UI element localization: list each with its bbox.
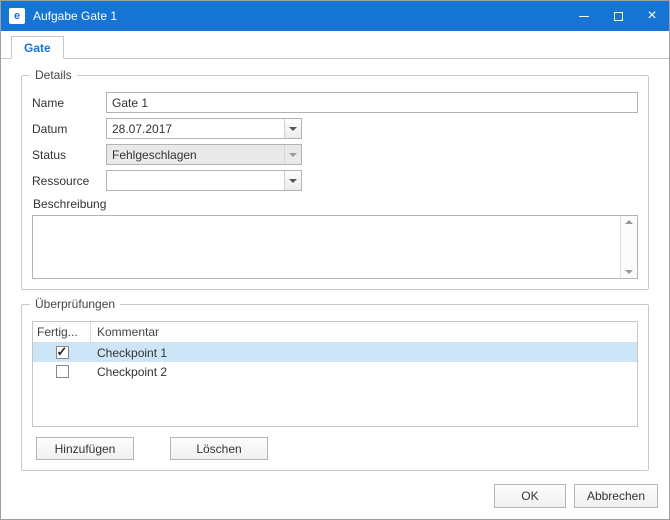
column-header-done[interactable]: Fertig...: [33, 322, 91, 342]
comment-cell: Checkpoint 2: [91, 365, 637, 379]
checkbox-cell: [33, 365, 91, 378]
description-memo: [32, 215, 638, 279]
maximize-icon: [614, 12, 623, 21]
close-icon: ×: [647, 8, 656, 24]
cancel-button[interactable]: Abbrechen: [574, 484, 658, 508]
comment-cell: Checkpoint 1: [91, 346, 637, 360]
grid-header: Fertig... Kommentar: [33, 322, 637, 343]
maximize-button[interactable]: [601, 1, 635, 31]
grid-button-row: Hinzufügen Löschen: [32, 437, 638, 460]
description-label: Beschreibung: [33, 197, 638, 211]
ressource-label: Ressource: [32, 174, 106, 188]
ressource-field-row: Ressource: [32, 170, 638, 191]
delete-button[interactable]: Löschen: [170, 437, 268, 460]
memo-scrollbar[interactable]: [620, 216, 637, 278]
datum-value: 28.07.2017: [107, 119, 284, 138]
status-label: Status: [32, 148, 106, 162]
table-row[interactable]: Checkpoint 1: [33, 343, 637, 362]
status-combo: Fehlgeschlagen: [106, 144, 302, 165]
dialog-window: e Aufgabe Gate 1 × Gate Details Name Dat…: [0, 0, 670, 520]
table-row[interactable]: Checkpoint 2: [33, 362, 637, 381]
app-icon: e: [9, 8, 25, 24]
tab-gate[interactable]: Gate: [11, 36, 64, 59]
checkbox-cell: [33, 346, 91, 359]
name-field-row: Name: [32, 92, 638, 113]
details-group-label: Details: [30, 68, 77, 82]
status-field-row: Status Fehlgeschlagen: [32, 144, 638, 165]
chevron-down-icon: [289, 127, 297, 131]
minimize-icon: [579, 16, 589, 17]
footer-button-row: OK Abbrechen: [494, 484, 658, 508]
checks-group: Überprüfungen Fertig... Kommentar Checkp…: [21, 304, 649, 471]
ressource-value: [107, 171, 284, 190]
description-textarea[interactable]: [33, 216, 620, 278]
window-controls: ×: [567, 1, 669, 31]
tab-strip: Gate: [1, 36, 669, 59]
datum-combo[interactable]: 28.07.2017: [106, 118, 302, 139]
checkbox[interactable]: [56, 365, 69, 378]
ressource-combo[interactable]: [106, 170, 302, 191]
datum-field-row: Datum 28.07.2017: [32, 118, 638, 139]
scroll-down-icon[interactable]: [625, 270, 633, 274]
name-input[interactable]: [106, 92, 638, 113]
chevron-down-icon: [289, 179, 297, 183]
add-button[interactable]: Hinzufügen: [36, 437, 134, 460]
status-value: Fehlgeschlagen: [107, 145, 284, 164]
ok-button[interactable]: OK: [494, 484, 566, 508]
scroll-up-icon[interactable]: [625, 220, 633, 224]
datum-dropdown-button[interactable]: [284, 119, 301, 138]
chevron-down-icon: [289, 153, 297, 157]
checks-group-label: Überprüfungen: [30, 297, 120, 311]
column-header-comment[interactable]: Kommentar: [91, 322, 637, 342]
name-label: Name: [32, 96, 106, 110]
details-group: Details Name Datum 28.07.2017 Status Feh…: [21, 75, 649, 290]
close-button[interactable]: ×: [635, 1, 669, 31]
datum-label: Datum: [32, 122, 106, 136]
checkbox[interactable]: [56, 346, 69, 359]
minimize-button[interactable]: [567, 1, 601, 31]
window-title: Aufgabe Gate 1: [33, 9, 117, 23]
ressource-dropdown-button[interactable]: [284, 171, 301, 190]
title-bar: e Aufgabe Gate 1 ×: [1, 1, 669, 31]
checkpoints-grid: Fertig... Kommentar Checkpoint 1 Checkpo…: [32, 321, 638, 427]
status-dropdown-button: [284, 145, 301, 164]
